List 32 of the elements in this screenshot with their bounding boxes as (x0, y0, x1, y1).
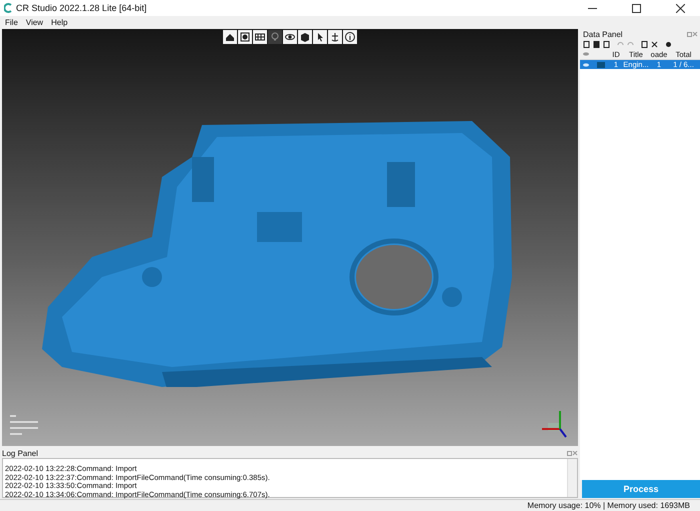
grid-view-icon (254, 31, 266, 43)
close-icon (676, 4, 684, 12)
view-tool-button[interactable] (343, 30, 357, 44)
fit-view-icon (239, 31, 251, 43)
view-tool-button[interactable] (313, 30, 327, 44)
eye-icon[interactable] (583, 62, 589, 66)
menu-item[interactable]: Help (51, 18, 68, 27)
view-tool-button[interactable] (253, 30, 267, 44)
log-scrollbar[interactable] (567, 459, 577, 497)
view-tool-button[interactable] (298, 30, 312, 44)
home-icon (224, 31, 236, 43)
menu-item[interactable]: File (5, 18, 18, 27)
eye-icon (583, 52, 589, 56)
maximize-icon (632, 4, 640, 12)
view-tool-button[interactable] (283, 30, 297, 44)
info-icon (344, 31, 356, 43)
light-bulb-icon (269, 31, 281, 43)
close-icon[interactable] (651, 41, 658, 48)
window-title: CR Studio 2022.1.28 Lite [64-bit] (16, 3, 148, 13)
cube-icon (299, 31, 311, 43)
data-panel-title: Data Panel (583, 30, 623, 39)
anchor-icon (329, 31, 341, 43)
3d-viewport[interactable] (2, 29, 578, 446)
eye-icon (284, 31, 296, 43)
log-panel-title: Log Panel (2, 449, 38, 458)
status-text: Memory usage: 10% | Memory used: 1693MB (527, 501, 690, 510)
coordinate-readout-drawing (10, 414, 40, 438)
menu-item[interactable]: View (26, 18, 44, 27)
app-logo-icon (4, 3, 12, 13)
view-tool-button[interactable] (238, 30, 252, 44)
view-tool-button[interactable] (328, 30, 342, 44)
view-tool-button[interactable] (223, 30, 237, 44)
